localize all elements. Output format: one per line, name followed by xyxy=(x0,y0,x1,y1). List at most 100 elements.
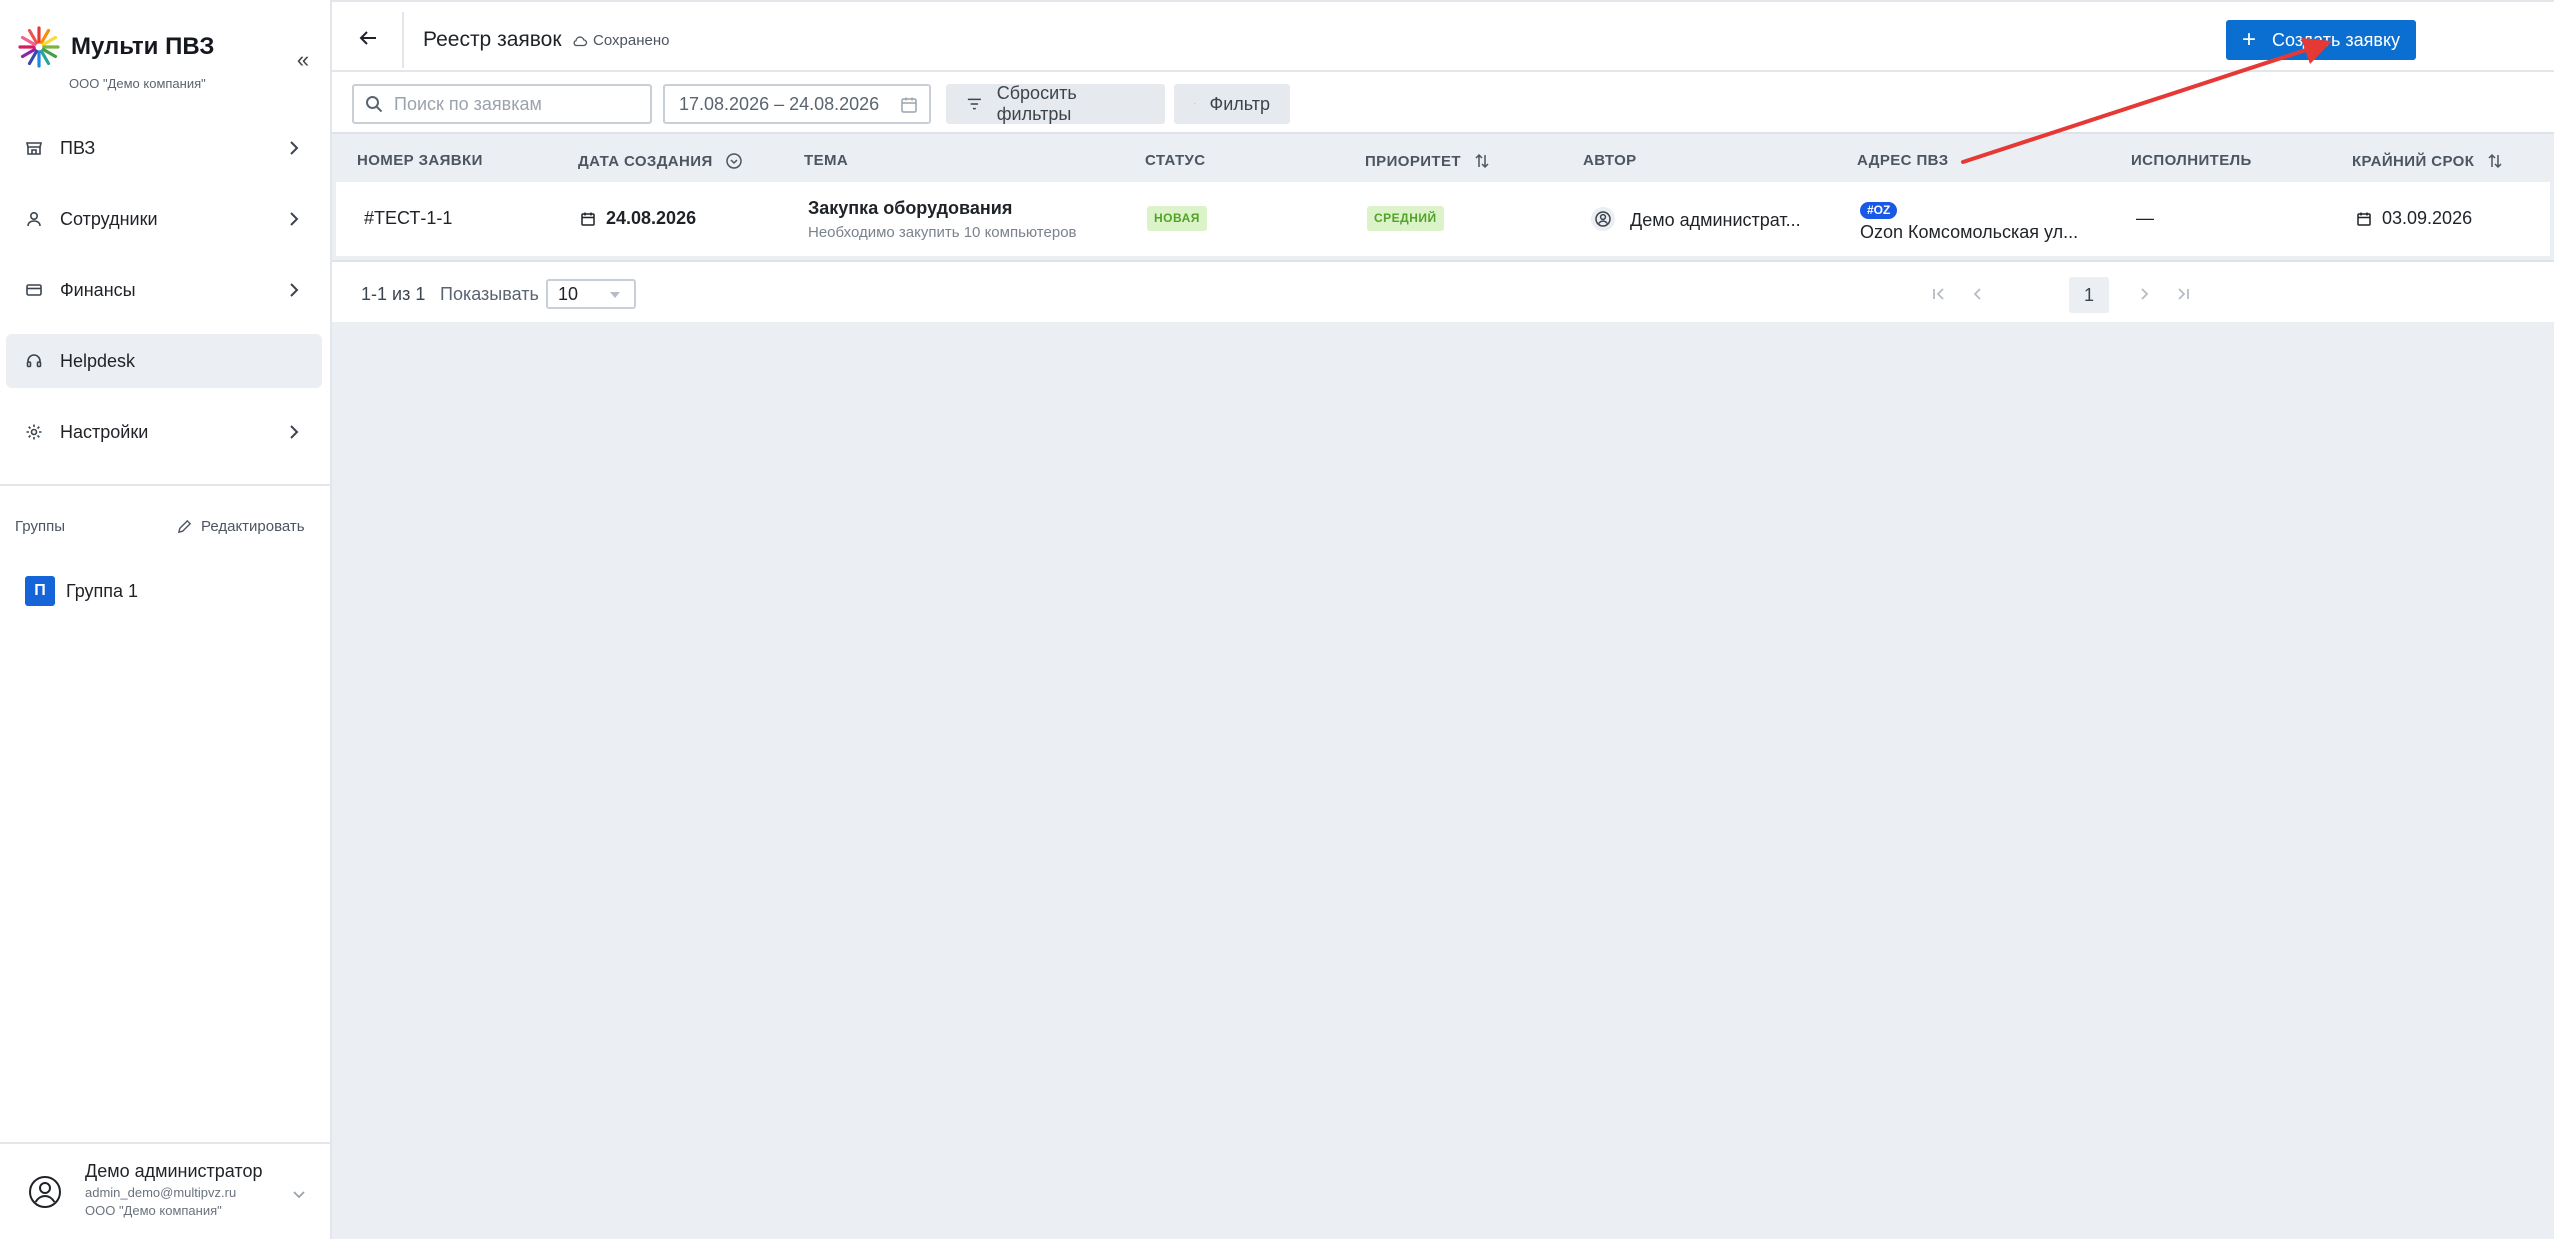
column-header-address[interactable]: АДРЕС ПВЗ xyxy=(1857,152,1949,169)
sort-desc-icon[interactable] xyxy=(725,152,743,170)
column-header-priority[interactable]: ПРИОРИТЕТ xyxy=(1365,152,1491,170)
column-label: АВТОР xyxy=(1583,152,1637,169)
main-content: Реестр заявок Сохранено + Создать заявку… xyxy=(332,0,2554,1239)
page-button-current[interactable]: 1 xyxy=(2069,277,2109,313)
column-header-topic[interactable]: ТЕМА xyxy=(804,152,848,169)
nav-item-helpdesk[interactable]: Helpdesk xyxy=(6,334,322,388)
plus-icon: + xyxy=(2241,26,2256,53)
collapse-sidebar-button[interactable]: « xyxy=(290,48,316,74)
column-label: НОМЕР ЗАЯВКИ xyxy=(357,152,483,169)
column-header-number[interactable]: НОМЕР ЗАЯВКИ xyxy=(357,152,483,169)
cloud-icon xyxy=(573,35,588,46)
created-date-value: 24.08.2026 xyxy=(606,208,697,228)
nav-item-label: Сотрудники xyxy=(60,208,158,229)
chevron-right-icon xyxy=(290,212,299,226)
store-icon xyxy=(24,138,44,158)
chevron-right-icon xyxy=(290,425,299,439)
sort-icon[interactable] xyxy=(2486,152,2504,170)
column-label: КРАЙНИЙ СРОК xyxy=(2352,152,2475,170)
nav-item-label: Helpdesk xyxy=(60,350,136,371)
create-ticket-label: Создать заявку xyxy=(2271,29,2401,50)
column-header-deadline[interactable]: КРАЙНИЙ СРОК xyxy=(2352,152,2504,170)
pvz-address: #OZ Ozon Комсомольская ул... xyxy=(1860,198,2078,243)
column-header-status[interactable]: СТАТУС xyxy=(1145,152,1206,169)
status-badge: НОВАЯ xyxy=(1147,206,1207,231)
card-icon xyxy=(24,280,44,300)
column-label: ДАТА СОЗДАНИЯ xyxy=(578,152,713,170)
last-page-button[interactable] xyxy=(2168,279,2198,309)
brand[interactable]: Мульти ПВЗ xyxy=(18,24,214,70)
author-name: Демо администрат... xyxy=(1630,209,1801,230)
groups-edit-label: Редактировать xyxy=(201,518,305,535)
sidebar-bottom-divider xyxy=(0,1142,330,1144)
column-header-created[interactable]: ДАТА СОЗДАНИЯ xyxy=(578,152,743,170)
sidebar: Мульти ПВЗ ООО "Демо компания" « ПВЗ Сот… xyxy=(0,0,332,1239)
group-item[interactable]: П Группа 1 xyxy=(25,576,138,606)
sort-icon[interactable] xyxy=(1473,152,1491,170)
column-label: АДРЕС ПВЗ xyxy=(1857,152,1949,169)
pagination-bar: 1-1 из 1 Показывать 10 1 xyxy=(332,260,2554,322)
filter-bar: 17.08.2026 – 24.08.2026 Сбросить фильтры… xyxy=(332,72,2554,134)
nav-item-employees[interactable]: Сотрудники xyxy=(6,192,322,246)
column-label: ПРИОРИТЕТ xyxy=(1365,152,1461,170)
nav-item-label: ПВЗ xyxy=(60,137,96,158)
chevron-down-icon xyxy=(293,1191,305,1199)
search-field[interactable] xyxy=(352,84,652,124)
chevron-left-icon xyxy=(1973,288,1981,300)
prev-page-button[interactable] xyxy=(1963,279,1993,309)
brand-subtitle: ООО "Демо компания" xyxy=(69,76,206,91)
calendar-icon xyxy=(901,97,917,113)
groups-label: Группы xyxy=(15,518,65,535)
nav-item-settings[interactable]: Настройки xyxy=(6,405,322,459)
nav-item-pvz[interactable]: ПВЗ xyxy=(6,121,322,175)
reset-filters-button[interactable]: Сбросить фильтры xyxy=(946,83,1165,124)
groups-edit-button[interactable]: Редактировать xyxy=(177,518,305,535)
calendar-icon xyxy=(581,212,595,226)
next-page-button[interactable] xyxy=(2129,279,2159,309)
priority-badge: СРЕДНИЙ xyxy=(1367,206,1444,231)
logo-icon xyxy=(18,26,60,68)
create-ticket-button[interactable]: + Создать заявку xyxy=(2226,20,2416,60)
column-header-executor[interactable]: ИСПОЛНИТЕЛЬ xyxy=(2131,152,2252,169)
column-label: СТАТУС xyxy=(1145,152,1206,169)
page-size-select[interactable]: 10 xyxy=(546,279,636,309)
user-menu[interactable]: Демо администратор admin_demo@multipvz.r… xyxy=(27,1160,317,1226)
headset-icon xyxy=(24,351,44,371)
gear-icon xyxy=(24,422,44,442)
pencil-icon xyxy=(177,519,192,534)
filter-button[interactable]: Фильтр xyxy=(1174,84,1290,124)
ticket-number: #ТЕСТ-1-1 xyxy=(364,208,453,228)
page-size-value: 10 xyxy=(558,284,579,304)
search-icon xyxy=(366,96,383,113)
reset-filters-label: Сбросить фильтры xyxy=(996,83,1077,124)
nav-item-label: Финансы xyxy=(60,279,136,300)
main-nav: ПВЗ Сотрудники Финансы Helpdesk Настройк… xyxy=(6,121,322,476)
saved-label: Сохранено xyxy=(593,32,670,49)
pvz-tag: #OZ xyxy=(1860,202,1898,219)
topic-title: Закупка оборудования xyxy=(808,198,1013,218)
user-avatar-icon xyxy=(1591,207,1615,231)
first-page-button[interactable] xyxy=(1924,279,1954,309)
filter-label: Фильтр xyxy=(1209,93,1270,114)
topbar-separator xyxy=(402,12,404,68)
date-range-picker[interactable]: 17.08.2026 – 24.08.2026 xyxy=(663,84,931,124)
column-label: ТЕМА xyxy=(804,152,849,169)
chevron-right-icon xyxy=(2141,288,2149,300)
column-header-author[interactable]: АВТОР xyxy=(1583,152,1637,169)
group-badge: П xyxy=(25,576,55,606)
caret-down-icon xyxy=(610,292,620,298)
back-arrow-icon[interactable] xyxy=(356,26,380,50)
chevron-right-icon xyxy=(290,283,299,297)
nav-item-finance[interactable]: Финансы xyxy=(6,263,322,317)
group-name: Группа 1 xyxy=(66,580,139,601)
created-date: 24.08.2026 xyxy=(580,208,696,229)
search-input[interactable] xyxy=(394,93,634,115)
user-email: admin_demo@multipvz.ru xyxy=(85,1185,237,1200)
filter-icon xyxy=(967,98,981,110)
page-size-label: Показывать xyxy=(440,284,539,304)
pagination-range: 1-1 из 1 xyxy=(361,284,426,304)
user-company: ООО "Демо компания" xyxy=(85,1203,222,1218)
topic-description: Необходимо закупить 10 компьютеров xyxy=(808,224,1077,241)
table-row[interactable]: #ТЕСТ-1-1 24.08.2026 Закупка оборудовани… xyxy=(336,182,2550,256)
brand-title: Мульти ПВЗ xyxy=(71,33,215,60)
